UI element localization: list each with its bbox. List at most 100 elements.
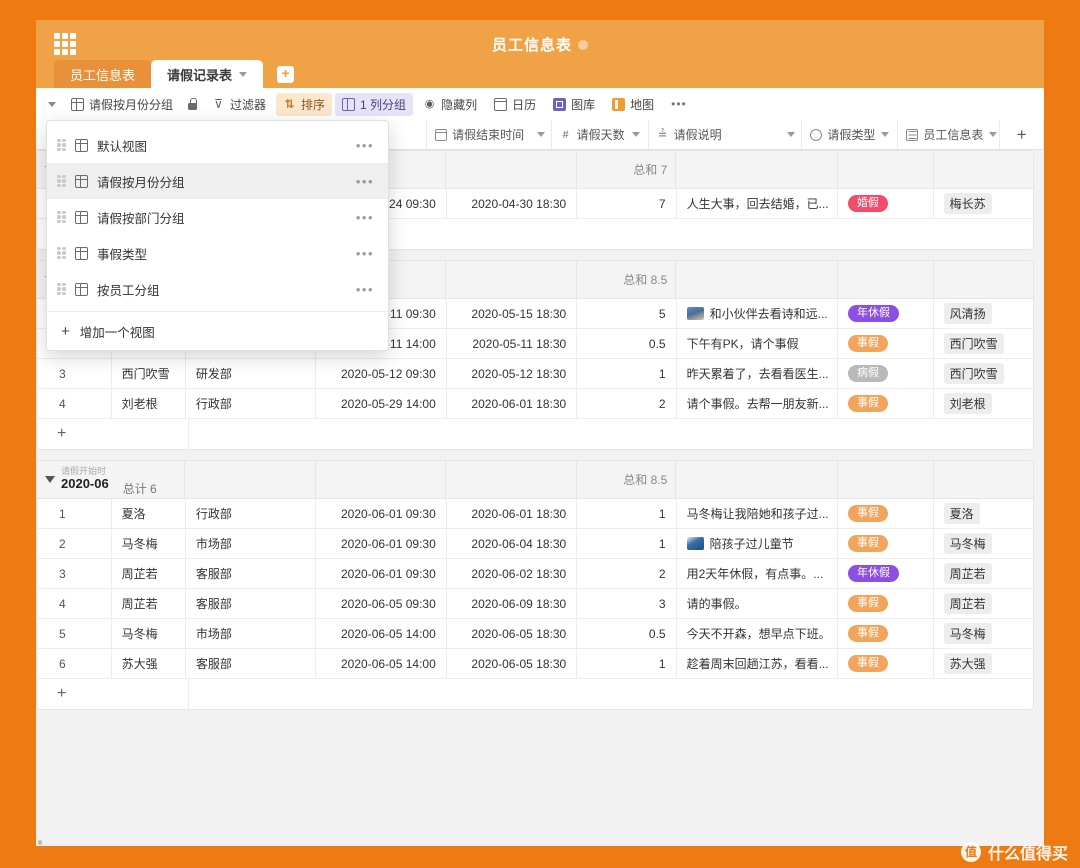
cell-note[interactable]: 今天不开森，想早点下班。 [677, 619, 839, 648]
view-item-by-department[interactable]: 请假按部门分组 ••• [47, 199, 388, 235]
cell-employee-link[interactable]: 苏大强 [934, 649, 1033, 678]
lock-view-button[interactable] [183, 95, 202, 113]
table-row[interactable]: 4 周芷若 客服部 2020-06-05 09:30 2020-06-09 18… [37, 589, 1033, 619]
gallery-view-button[interactable]: 图库 [546, 93, 602, 116]
drag-handle-icon[interactable] [57, 246, 66, 260]
cell-dept[interactable]: 市场部 [186, 619, 317, 648]
cell-end-time[interactable]: 2020-05-15 18:30 [447, 299, 578, 328]
cell-type[interactable]: 事假 [838, 329, 934, 358]
cell-start-time[interactable]: 2020-05-29 14:00 [316, 389, 447, 418]
table-row[interactable]: 3 西门吹雪 研发部 2020-05-12 09:30 2020-05-12 1… [37, 359, 1033, 389]
cell-days[interactable]: 2 [577, 389, 677, 418]
cell-dept[interactable]: 客服部 [186, 559, 317, 588]
cell-type[interactable]: 婚假 [838, 189, 934, 218]
cell-note[interactable]: 人生大事，回去结婚，已... [677, 189, 839, 218]
chevron-down-icon[interactable] [239, 71, 248, 77]
cell-type[interactable]: 事假 [838, 619, 934, 648]
cell-start-time[interactable]: 2020-06-05 09:30 [316, 589, 447, 618]
cell-dept[interactable]: 行政部 [186, 499, 317, 528]
cell-days[interactable]: 1 [577, 359, 677, 388]
cell-note[interactable]: 下午有PK，请个事假 [677, 329, 839, 358]
drag-handle-icon[interactable] [57, 210, 66, 224]
cell-dept[interactable]: 行政部 [186, 389, 317, 418]
cell-employee-link[interactable]: 刘老根 [934, 389, 1033, 418]
cell-note[interactable]: 陪孩子过儿童节 [677, 529, 839, 558]
cell-note[interactable]: 马冬梅让我陪她和孩子过... [677, 499, 839, 528]
cell-start-time[interactable]: 2020-06-01 09:30 [316, 499, 447, 528]
horizontal-scrollbar[interactable] [36, 839, 1044, 846]
drag-handle-icon[interactable] [57, 174, 66, 188]
cell-days[interactable]: 1 [577, 649, 677, 678]
column-header-type[interactable]: 请假类型 [802, 120, 899, 149]
view-item-menu-button[interactable]: ••• [356, 138, 374, 153]
cell-end-time[interactable]: 2020-06-02 18:30 [447, 559, 578, 588]
cell-type[interactable]: 事假 [838, 589, 934, 618]
chevron-down-icon[interactable] [536, 132, 545, 137]
cell-note[interactable]: 请的事假。 [677, 589, 839, 618]
cell-type[interactable]: 年休假 [838, 559, 934, 588]
tab-leave-records[interactable]: 请假记录表 [151, 60, 264, 88]
toolbar-more-button[interactable]: ••• [664, 94, 694, 114]
cell-days[interactable]: 5 [577, 299, 677, 328]
table-row[interactable]: 3 周芷若 客服部 2020-06-01 09:30 2020-06-02 18… [37, 559, 1033, 589]
cell-employee-link[interactable]: 周芷若 [934, 559, 1033, 588]
cell-dept[interactable]: 研发部 [186, 359, 317, 388]
cell-end-time[interactable]: 2020-06-04 18:30 [447, 529, 578, 558]
filter-button[interactable]: ⊽ 过滤器 [205, 93, 273, 116]
view-item-menu-button[interactable]: ••• [356, 174, 374, 189]
cell-days[interactable]: 0.5 [577, 619, 677, 648]
cell-employee-link[interactable]: 周芷若 [934, 589, 1033, 618]
cell-days[interactable]: 2 [577, 559, 677, 588]
column-header-days[interactable]: # 请假天数 [552, 120, 649, 149]
cell-start-time[interactable]: 2020-06-01 09:30 [316, 529, 447, 558]
column-header-end-time[interactable]: 请假结束时间 [427, 120, 552, 149]
table-row[interactable]: 6 苏大强 客服部 2020-06-05 14:00 2020-06-05 18… [37, 649, 1033, 679]
add-column-button[interactable]: + [1000, 120, 1044, 149]
cell-note[interactable]: 用2天年休假，有点事。... [677, 559, 839, 588]
chevron-down-icon[interactable] [787, 132, 796, 137]
cell-note[interactable]: 趁着周末回趟江苏，看看... [677, 649, 839, 678]
table-row[interactable]: 4 刘老根 行政部 2020-05-29 14:00 2020-06-01 18… [37, 389, 1033, 419]
map-view-button[interactable]: 地图 [605, 93, 661, 116]
group-header[interactable]: 请假开始时 2020-06 总计 6 总和 8.5 [37, 461, 1033, 499]
cell-start-time[interactable]: 2020-06-05 14:00 [316, 649, 447, 678]
view-item-menu-button[interactable]: ••• [356, 246, 374, 261]
cell-end-time[interactable]: 2020-06-01 18:30 [447, 499, 578, 528]
hide-fields-button[interactable]: ◉ 隐藏列 [416, 93, 484, 116]
current-view-button[interactable]: 请假按月份分组 [64, 93, 180, 116]
view-item-by-employee[interactable]: 按员工分组 ••• [47, 271, 388, 307]
add-record-row[interactable]: + [37, 679, 1033, 709]
chevron-down-icon[interactable] [631, 132, 640, 137]
cell-days[interactable]: 3 [577, 589, 677, 618]
add-view-button[interactable]: + 增加一个视图 [47, 312, 388, 350]
cell-employee-link[interactable]: 梅长苏 [934, 189, 1033, 218]
cell-end-time[interactable]: 2020-05-12 18:30 [447, 359, 578, 388]
view-item-menu-button[interactable]: ••• [356, 282, 374, 297]
cell-name[interactable]: 刘老根 [112, 389, 186, 418]
cell-employee-link[interactable]: 西门吹雪 [934, 359, 1033, 388]
cell-end-time[interactable]: 2020-06-05 18:30 [447, 649, 578, 678]
column-header-note[interactable]: ≟ 请假说明 [649, 120, 803, 149]
cell-type[interactable]: 事假 [838, 649, 934, 678]
cell-name[interactable]: 夏洛 [112, 499, 186, 528]
cell-type[interactable]: 年休假 [838, 299, 934, 328]
group-button[interactable]: 1 列分组 [335, 92, 414, 116]
cell-name[interactable]: 苏大强 [112, 649, 186, 678]
table-row[interactable]: 1 夏洛 行政部 2020-06-01 09:30 2020-06-01 18:… [37, 499, 1033, 529]
cell-dept[interactable]: 市场部 [186, 529, 317, 558]
cell-end-time[interactable]: 2020-06-01 18:30 [447, 389, 578, 418]
cell-type[interactable]: 事假 [838, 389, 934, 418]
view-item-default[interactable]: 默认视图 ••• [47, 127, 388, 163]
cell-dept[interactable]: 客服部 [186, 649, 317, 678]
cell-days[interactable]: 7 [577, 189, 677, 218]
chevron-down-icon[interactable] [881, 132, 890, 137]
grid-apps-icon[interactable] [54, 33, 76, 55]
cell-days[interactable]: 1 [577, 499, 677, 528]
table-row[interactable]: 2 马冬梅 市场部 2020-06-01 09:30 2020-06-04 18… [37, 529, 1033, 559]
cell-employee-link[interactable]: 马冬梅 [934, 619, 1033, 648]
add-record-plus[interactable]: + [37, 419, 189, 449]
view-item-menu-button[interactable]: ••• [356, 210, 374, 225]
cell-type[interactable]: 病假 [838, 359, 934, 388]
cell-days[interactable]: 1 [577, 529, 677, 558]
cell-start-time[interactable]: 2020-05-12 09:30 [316, 359, 447, 388]
